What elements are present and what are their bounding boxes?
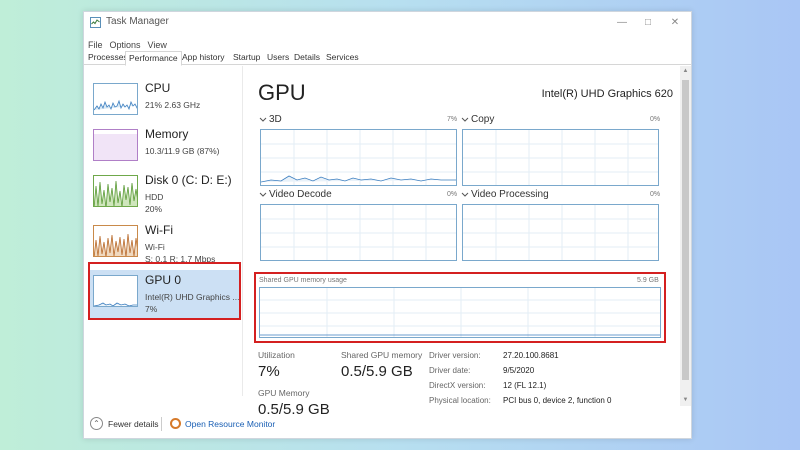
memory-thumbnail-graph bbox=[93, 129, 138, 161]
menu-file[interactable]: File bbox=[88, 40, 103, 50]
resource-monitor-icon bbox=[170, 418, 181, 429]
tab-startup[interactable]: Startup bbox=[230, 51, 263, 65]
driver-version-key: Driver version: bbox=[429, 351, 481, 360]
sidebar-wifi-title: Wi-Fi bbox=[145, 223, 173, 237]
graph-3d-pct: 7% bbox=[447, 116, 458, 123]
scroll-down-icon[interactable]: ▼ bbox=[680, 395, 691, 406]
graph-copy-label[interactable]: Copy bbox=[471, 114, 494, 125]
sidebar-item-cpu[interactable]: CPU 21% 2.63 GHz bbox=[88, 78, 240, 127]
gpu-model-name: Intel(R) UHD Graphics 620 bbox=[541, 88, 673, 100]
shared-memory-value: 0.5/5.9 GB bbox=[341, 363, 413, 380]
sidebar-memory-title: Memory bbox=[145, 127, 189, 141]
graph-3d bbox=[260, 129, 457, 186]
cpu-thumbnail-graph bbox=[93, 83, 138, 115]
chevron-up-icon[interactable]: ⌃ bbox=[90, 417, 103, 430]
graph-video-processing bbox=[462, 204, 659, 261]
task-manager-window: Task Manager — □ ✕ File Options View Proce… bbox=[83, 11, 692, 439]
sidebar-disk-usage: 20% bbox=[145, 204, 163, 214]
sidebar-cpu-title: CPU bbox=[145, 81, 171, 95]
tab-performance[interactable]: Performance bbox=[125, 51, 182, 66]
utilization-label: Utilization bbox=[258, 350, 295, 360]
menu-options[interactable]: Options bbox=[110, 40, 141, 50]
minimize-button[interactable]: — bbox=[609, 14, 635, 31]
graph-video-decode-label[interactable]: Video Decode bbox=[269, 189, 332, 200]
tab-services[interactable]: Services bbox=[323, 51, 362, 65]
sidebar-item-disk[interactable]: Disk 0 (C: D: E:) HDD 20% bbox=[88, 170, 240, 219]
menu-view[interactable]: View bbox=[148, 40, 167, 50]
tab-bar: Processes Performance App history Startu… bbox=[84, 50, 691, 66]
utilization-value: 7% bbox=[258, 363, 280, 380]
driver-version-value: 27.20.100.8681 bbox=[503, 351, 559, 360]
driver-date-value: 9/5/2020 bbox=[503, 366, 535, 375]
graph-copy-pct: 0% bbox=[650, 116, 661, 123]
graph-copy bbox=[462, 129, 659, 186]
window-title: Task Manager bbox=[106, 16, 169, 27]
driver-date-key: Driver date: bbox=[429, 366, 471, 375]
menu-bar: File Options View bbox=[84, 35, 170, 50]
fewer-details-link[interactable]: Fewer details bbox=[108, 419, 159, 429]
sidebar-disk-title: Disk 0 (C: D: E:) bbox=[145, 173, 232, 187]
chevron-down-icon[interactable] bbox=[461, 191, 469, 199]
footer-divider bbox=[161, 417, 162, 431]
open-resource-monitor-link[interactable]: Open Resource Monitor bbox=[185, 419, 275, 429]
wifi-thumbnail-graph bbox=[93, 225, 138, 257]
chevron-down-icon[interactable] bbox=[461, 116, 469, 124]
graph-video-decode-pct: 0% bbox=[447, 191, 458, 198]
close-button[interactable]: ✕ bbox=[662, 14, 688, 31]
graph-video-processing-pct: 0% bbox=[650, 191, 661, 198]
gpu-memory-label: GPU Memory bbox=[258, 388, 310, 398]
gpu-highlight-frame bbox=[88, 262, 241, 320]
gpu-detail-panel: GPU Intel(R) UHD Graphics 620 3D 7% Copy… bbox=[244, 66, 679, 415]
sidebar-wifi-name: Wi-Fi bbox=[145, 242, 165, 252]
shared-memory-highlight-frame bbox=[254, 272, 666, 343]
physical-location-value: PCI bus 0, device 2, function 0 bbox=[503, 396, 612, 405]
graph-video-decode bbox=[260, 204, 457, 261]
shared-memory-label: Shared GPU memory bbox=[341, 350, 423, 360]
page-title: GPU bbox=[258, 80, 306, 105]
sidebar-memory-usage: 10.3/11.9 GB (87%) bbox=[145, 146, 220, 156]
directx-version-value: 12 (FL 12.1) bbox=[503, 381, 547, 390]
disk-thumbnail-graph bbox=[93, 175, 138, 207]
vertical-scrollbar[interactable]: ▲ ▼ bbox=[680, 66, 691, 406]
physical-location-key: Physical location: bbox=[429, 396, 491, 405]
sidebar-disk-type: HDD bbox=[145, 192, 164, 202]
graph-3d-label[interactable]: 3D bbox=[269, 114, 282, 125]
sidebar-item-memory[interactable]: Memory 10.3/11.9 GB (87%) bbox=[88, 124, 240, 173]
scroll-up-icon[interactable]: ▲ bbox=[680, 66, 691, 77]
footer-bar: ⌃ Fewer details Open Resource Monitor bbox=[84, 412, 691, 438]
tab-details[interactable]: Details bbox=[291, 51, 323, 65]
chevron-down-icon[interactable] bbox=[259, 116, 267, 124]
tab-app-history[interactable]: App history bbox=[179, 51, 228, 65]
scroll-thumb[interactable] bbox=[682, 80, 689, 380]
chevron-down-icon[interactable] bbox=[259, 191, 267, 199]
tab-users[interactable]: Users bbox=[264, 51, 292, 65]
directx-version-key: DirectX version: bbox=[429, 381, 486, 390]
graph-video-processing-label[interactable]: Video Processing bbox=[471, 189, 549, 200]
maximize-button[interactable]: □ bbox=[635, 14, 661, 31]
task-manager-app-icon bbox=[90, 17, 101, 28]
title-bar: Task Manager — □ ✕ bbox=[84, 12, 691, 34]
performance-sidebar: CPU 21% 2.63 GHz Memory 10.3/11.9 GB (87… bbox=[84, 66, 243, 396]
sidebar-cpu-usage: 21% 2.63 GHz bbox=[145, 100, 201, 110]
tab-processes[interactable]: Processes bbox=[85, 51, 131, 65]
